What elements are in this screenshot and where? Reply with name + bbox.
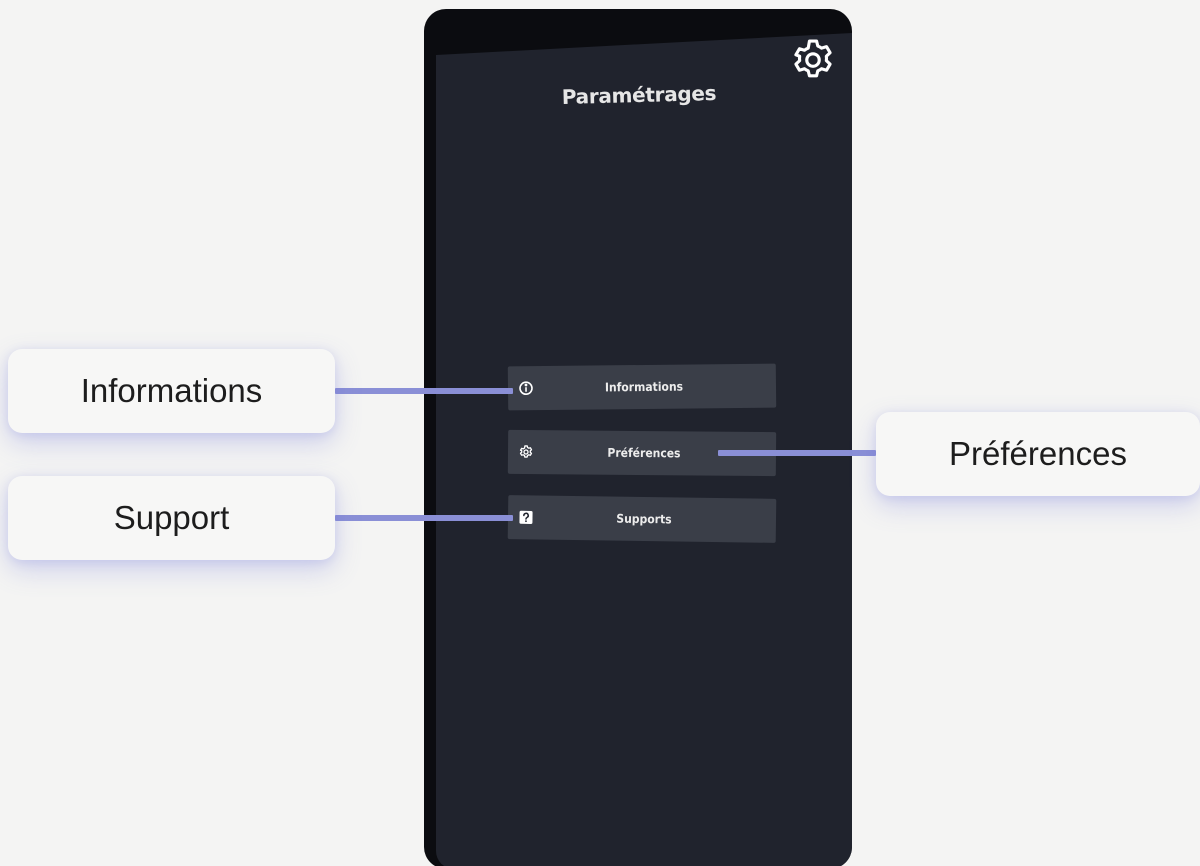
stage: Paramétrages Informations Préférences Su…: [0, 0, 1200, 866]
help-icon: [518, 509, 534, 525]
page-title: Paramétrages: [561, 80, 717, 110]
informations-connector-line: [335, 388, 513, 394]
supports-button-label: Supports: [616, 511, 672, 527]
gear-icon: [518, 444, 534, 460]
informations-button[interactable]: Informations: [507, 363, 777, 411]
info-icon: [518, 380, 534, 396]
informations-callout: Informations: [8, 349, 335, 433]
support-callout: Support: [8, 476, 335, 560]
preferences-connector-line: [718, 450, 876, 456]
settings-panel-frame: Paramétrages Informations Préférences Su…: [424, 9, 852, 866]
preferences-callout: Préférences: [876, 412, 1200, 496]
support-connector-line: [335, 515, 513, 521]
supports-button[interactable]: Supports: [507, 495, 777, 543]
informations-button-label: Informations: [604, 379, 684, 395]
gear-icon[interactable]: [788, 35, 838, 85]
